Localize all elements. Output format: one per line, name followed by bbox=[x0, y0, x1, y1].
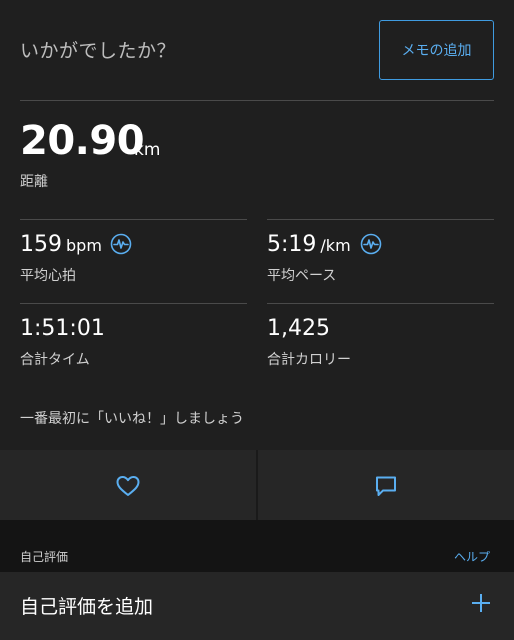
feeling-question: いかがでしたか？ bbox=[20, 40, 177, 62]
avg-heart-rate-label: 平均心拍 bbox=[20, 268, 76, 284]
distance-value: 20.90 bbox=[20, 118, 145, 164]
divider bbox=[20, 303, 247, 304]
pulse-icon[interactable] bbox=[360, 233, 382, 255]
avg-heart-rate-unit: bpm bbox=[66, 236, 102, 255]
add-memo-button[interactable]: メモの追加 bbox=[379, 20, 494, 80]
total-time-label: 合計タイム bbox=[20, 352, 90, 368]
divider bbox=[267, 303, 494, 304]
total-time-value: 1:51:01 bbox=[20, 316, 105, 341]
self-evaluation-header bbox=[0, 520, 514, 572]
avg-pace-number: 5:19 bbox=[267, 232, 317, 257]
avg-heart-rate-value: 159 bpm bbox=[20, 232, 102, 257]
divider bbox=[20, 100, 494, 101]
avg-pace-value: 5:19/km bbox=[267, 232, 351, 257]
pulse-icon[interactable] bbox=[110, 233, 132, 255]
divider bbox=[20, 219, 247, 220]
distance-unit: km bbox=[134, 140, 161, 160]
self-evaluation-title: 自己評価 bbox=[20, 550, 69, 564]
total-calories-value: 1,425 bbox=[267, 316, 330, 341]
plus-icon[interactable] bbox=[470, 592, 492, 614]
action-divider bbox=[256, 450, 258, 520]
distance-label: 距離 bbox=[20, 174, 48, 190]
help-link[interactable]: ヘルプ bbox=[454, 548, 490, 565]
avg-pace-unit: /km bbox=[320, 236, 351, 255]
avg-pace-label: 平均ペース bbox=[267, 268, 337, 284]
avg-heart-rate-number: 159 bbox=[20, 232, 62, 257]
like-prompt: 一番最初に「いいね！」しましょう bbox=[20, 411, 244, 427]
comment-icon[interactable] bbox=[373, 474, 399, 498]
total-calories-label: 合計カロリー bbox=[267, 352, 351, 368]
add-self-evaluation-label[interactable]: 自己評価を追加 bbox=[20, 592, 153, 619]
heart-icon[interactable] bbox=[115, 474, 141, 498]
divider bbox=[267, 219, 494, 220]
